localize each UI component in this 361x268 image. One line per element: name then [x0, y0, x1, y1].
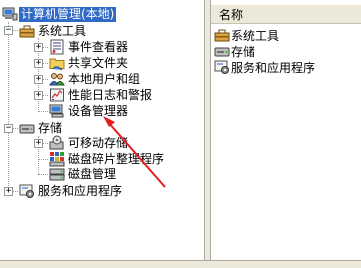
- tree-node-shared-folders[interactable]: 共享文件夹: [49, 55, 130, 71]
- event-viewer-icon: [50, 39, 64, 55]
- computer-management-icon: [2, 7, 18, 21]
- tree-node-services-applications[interactable]: 服务和应用程序: [19, 183, 124, 199]
- expand-toggle[interactable]: +: [34, 43, 43, 52]
- list-item-label: 系统工具: [231, 28, 280, 43]
- tree-pane[interactable]: 计算机管理(本地) − 系统工具 + 事件查看器 + 共享文件夹 + 本地用户和…: [0, 0, 205, 260]
- tree-node-removable-storage[interactable]: 可移动存储: [49, 135, 130, 151]
- tree-node-label: 可移动存储: [68, 135, 129, 150]
- performance-log-icon: [50, 88, 64, 102]
- tree-node-label: 本地用户和组: [68, 71, 141, 86]
- collapse-toggle[interactable]: −: [4, 124, 13, 133]
- list-item-label: 服务和应用程序: [231, 60, 316, 75]
- expand-toggle[interactable]: +: [34, 59, 43, 68]
- tree-node-label: 性能日志和警报: [68, 87, 153, 102]
- tree-node-system-tools[interactable]: 系统工具: [19, 23, 88, 39]
- column-header-name[interactable]: 名称: [211, 5, 361, 24]
- tree-node-device-manager[interactable]: 设备管理器: [49, 103, 130, 119]
- device-manager-icon: [49, 104, 64, 118]
- services-apps-icon: [214, 60, 229, 74]
- tree-node-disk-defragmenter[interactable]: 磁盘碎片整理程序: [49, 151, 166, 167]
- tree-node-storage[interactable]: 存储: [19, 120, 64, 136]
- tree-line: [38, 111, 48, 112]
- toolbox-icon: [19, 25, 35, 38]
- tree-node-local-users-groups[interactable]: 本地用户和组: [49, 71, 142, 87]
- tree-node-label: 设备管理器: [68, 103, 129, 118]
- tree-node-label: 计算机管理(本地): [19, 6, 117, 22]
- list-pane[interactable]: 名称 系统工具 存储 服务和应用程序: [210, 0, 361, 260]
- tree-node-label: 磁盘碎片整理程序: [68, 151, 165, 166]
- expand-toggle[interactable]: +: [34, 139, 43, 148]
- expand-toggle[interactable]: +: [4, 187, 13, 196]
- list-item-storage[interactable]: 存储: [214, 43, 255, 59]
- users-group-icon: [49, 73, 65, 86]
- disk-management-icon: [49, 168, 65, 181]
- toolbox-icon: [214, 29, 230, 42]
- list-item-system-tools[interactable]: 系统工具: [214, 27, 279, 43]
- storage-icon: [19, 124, 35, 134]
- tree-node-event-viewer[interactable]: 事件查看器: [49, 39, 130, 55]
- shared-folder-icon: [49, 58, 65, 71]
- tree-node-computer-management[interactable]: 计算机管理(本地): [2, 6, 117, 22]
- tree-node-label: 存储: [38, 120, 63, 135]
- tree-node-label: 共享文件夹: [68, 55, 129, 70]
- tree-node-label: 事件查看器: [68, 39, 129, 54]
- tree-node-label: 系统工具: [38, 23, 87, 38]
- tree-node-label: 服务和应用程序: [38, 183, 123, 198]
- list-item-label: 存储: [231, 44, 256, 59]
- column-header-label: 名称: [219, 7, 244, 22]
- defragmenter-icon: [49, 152, 65, 167]
- tree-node-disk-management[interactable]: 磁盘管理: [49, 166, 118, 182]
- services-apps-icon: [19, 184, 34, 198]
- tree-node-performance-logs[interactable]: 性能日志和警报: [49, 87, 154, 103]
- expand-toggle[interactable]: +: [34, 75, 43, 84]
- tree-line: [8, 22, 9, 192]
- list-item-services-applications[interactable]: 服务和应用程序: [214, 59, 315, 75]
- expand-toggle[interactable]: +: [34, 91, 43, 100]
- tree-node-label: 磁盘管理: [68, 166, 117, 181]
- collapse-toggle[interactable]: −: [4, 26, 13, 35]
- removable-storage-icon: [49, 135, 64, 150]
- tree-line: [38, 159, 48, 160]
- tree-line: [38, 174, 48, 175]
- storage-icon: [214, 47, 230, 57]
